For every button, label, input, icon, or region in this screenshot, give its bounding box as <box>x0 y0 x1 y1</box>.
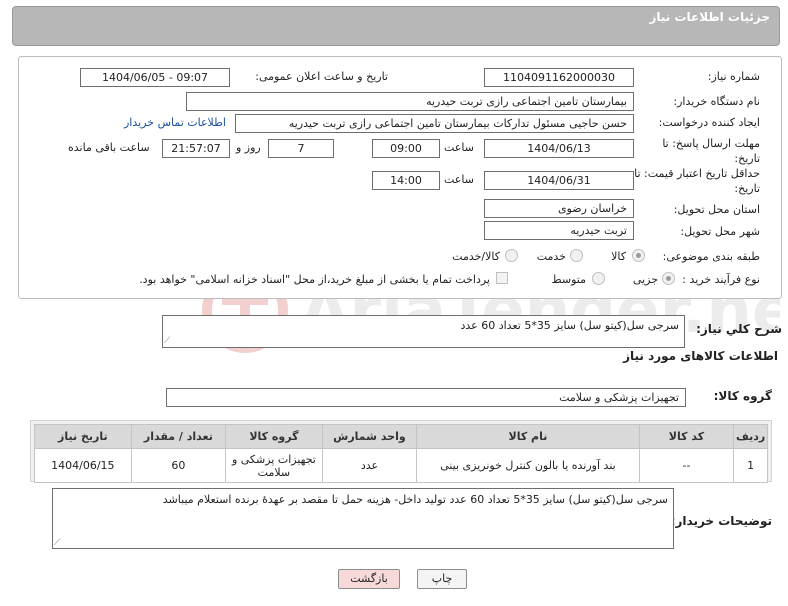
goods-table: ردیف کد کالا نام کالا واحد شمارش گروه کا… <box>34 424 768 483</box>
deadline-date-field: 1404/06/13 <box>484 139 634 158</box>
deadline-time-label: ساعت <box>444 141 474 154</box>
goods-table-container: ردیف کد کالا نام کالا واحد شمارش گروه کا… <box>30 420 772 483</box>
announce-field: 1404/06/05 - 09:07 <box>80 68 230 87</box>
treasury-checkbox[interactable] <box>496 272 508 284</box>
days-label: روز و <box>236 141 261 154</box>
cell-name: بند آورنده یا بالون کنترل خونریزی بینی <box>416 448 640 483</box>
purchase-type-label: نوع فرآیند خرید : <box>682 273 760 286</box>
need-number-label: شماره نیاز: <box>707 70 760 83</box>
col-date-header: تاریخ نیاز <box>34 424 132 449</box>
cell-qty: 60 <box>130 448 227 483</box>
col-name-header: نام کالا <box>416 424 640 449</box>
goods-table-header: ردیف کد کالا نام کالا واحد شمارش گروه کا… <box>34 424 768 449</box>
min-price-date-field: 1404/06/31 <box>484 171 634 190</box>
days-field: 7 <box>268 139 334 158</box>
announce-label: تاریخ و ساعت اعلان عمومی: <box>255 70 388 83</box>
buyer-notes-textarea[interactable]: سرجی سل(کیتو سل) سایز 35*5 تعداد 60 عدد … <box>52 488 674 549</box>
cell-unit: عدد <box>321 448 418 483</box>
purchase-medium-label: متوسط <box>551 273 586 286</box>
summary-label: شرح کلي نياز: <box>696 322 782 336</box>
col-code-header: کد کالا <box>638 424 735 449</box>
purchase-minor-radio[interactable] <box>662 272 675 285</box>
province-label: استان محل تحویل: <box>673 203 760 216</box>
summary-text: سرجی سل(کیتو سل) سایز 35*5 تعداد 60 عدد <box>460 319 679 332</box>
col-row-header: ردیف <box>733 424 768 449</box>
category-service-label: خدمت <box>536 250 566 263</box>
category-label: طبقه بندی موضوعی: <box>662 250 760 263</box>
min-price-time-label: ساعت <box>444 173 474 186</box>
summary-textarea[interactable]: سرجی سل(کیتو سل) سایز 35*5 تعداد 60 عدد <box>162 315 685 348</box>
print-button[interactable]: چاپ <box>417 569 467 589</box>
buyer-notes-label: توضیحات خریدار: <box>670 514 772 528</box>
col-qty-header: تعداد / مقدار <box>130 424 227 449</box>
goods-group-label: گروه کالا: <box>713 389 772 403</box>
cell-date: 1404/06/15 <box>34 448 132 483</box>
goods-group-field: تجهیزات پزشکی و سلامت <box>166 388 686 407</box>
cell-group: تجهیزات پزشکی و سلامت <box>225 448 323 483</box>
province-field: خراسان رضوی <box>484 199 634 218</box>
cell-code: -- <box>638 448 735 483</box>
remaining-time-field: 21:57:07 <box>162 139 230 158</box>
table-row: 1 -- بند آورنده یا بالون کنترل خونریزی ب… <box>34 448 768 483</box>
city-label: شهر محل تحویل: <box>680 225 760 238</box>
min-price-label: حداقل تاریخ اعتبار قیمت: تا تاریخ: <box>634 167 760 195</box>
category-goods-radio[interactable] <box>632 249 645 262</box>
goods-section-title: اطلاعات کالاهای مورد نیاز <box>623 349 778 363</box>
buyer-org-field: بیمارستان تامین اجتماعی رازی تربت حیدریه <box>186 92 634 111</box>
creator-field: حسن حاجیی مسئول تدارکات بیمارستان تامین … <box>235 114 634 133</box>
min-price-time-field: 14:00 <box>372 171 440 190</box>
deadline-time-field: 09:00 <box>372 139 440 158</box>
deadline-label: مهلت ارسال پاسخ: تا تاریخ: <box>662 137 760 165</box>
need-number-field: 1104091162000030 <box>484 68 634 87</box>
category-service-radio[interactable] <box>570 249 583 262</box>
page-title: جزئیات اطلاعات نیاز <box>649 10 770 24</box>
cell-row: 1 <box>733 448 768 483</box>
remaining-time-label: ساعت باقی مانده <box>68 141 150 154</box>
col-group-header: گروه کالا <box>225 424 323 449</box>
category-goods-service-radio[interactable] <box>505 249 518 262</box>
resize-grip-icon[interactable]: ⟋ <box>54 538 60 548</box>
resize-grip-icon[interactable]: ⟋ <box>164 336 170 346</box>
buyer-notes-text: سرجی سل(کیتو سل) سایز 35*5 تعداد 60 عدد … <box>162 493 668 506</box>
category-goods-service-label: کالا/خدمت <box>452 250 500 263</box>
payment-note: پرداخت تمام یا بخشی از مبلغ خرید،از محل … <box>139 273 490 286</box>
category-goods-label: کالا <box>611 250 626 263</box>
purchase-medium-radio[interactable] <box>592 272 605 285</box>
purchase-minor-label: جزیی <box>632 273 658 286</box>
buyer-contact-link[interactable]: اطلاعات تماس خریدار <box>124 116 226 129</box>
back-button[interactable]: بازگشت <box>338 569 400 589</box>
buyer-org-label: نام دستگاه خریدار: <box>673 95 760 108</box>
city-field: تربت حیدریه <box>484 221 634 240</box>
col-unit-header: واحد شمارش <box>321 424 418 449</box>
creator-label: ایجاد کننده درخواست: <box>658 116 760 129</box>
